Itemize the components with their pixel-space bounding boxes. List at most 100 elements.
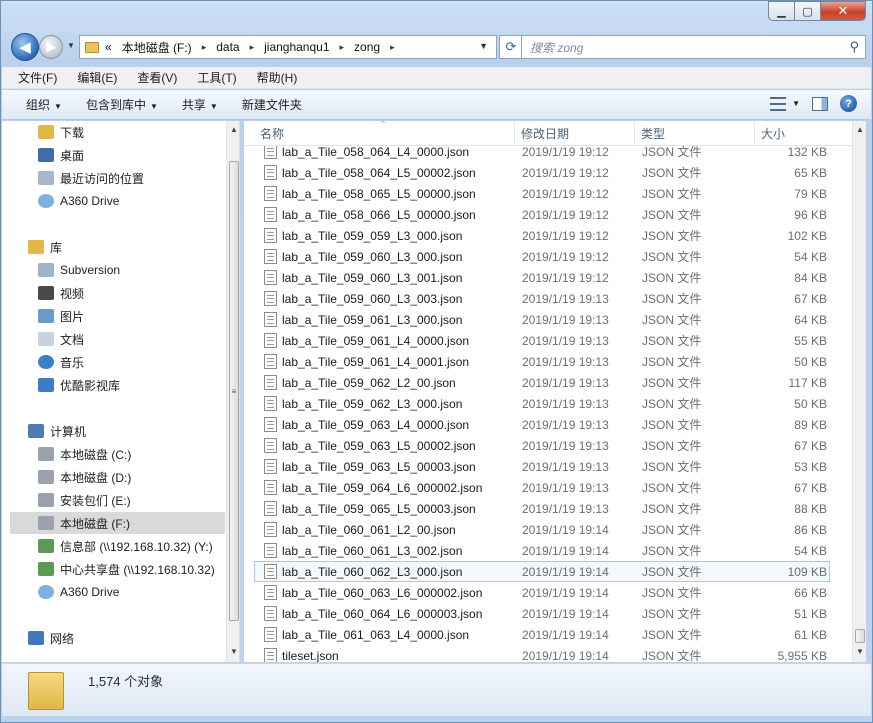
sidebar-item-music[interactable]: 音乐 <box>38 351 225 373</box>
forward-button[interactable]: ▶ <box>39 35 63 59</box>
share-button[interactable]: 共享 ▼ <box>182 96 218 113</box>
close-button[interactable]: ✕ <box>821 1 866 21</box>
sidebar-item-pictures[interactable]: 图片 <box>38 305 225 327</box>
new-folder-button[interactable]: 新建文件夹 <box>242 96 302 113</box>
file-row[interactable]: lab_a_Tile_060_064_L6_000003.json 2019/1/… <box>254 603 830 624</box>
file-row[interactable]: lab_a_Tile_059_060_L3_000.json 2019/1/19 … <box>254 246 830 267</box>
file-name: lab_a_Tile_060_064_L6_000003.json <box>282 606 483 621</box>
sidebar-item-youku[interactable]: 优酷影视库 <box>38 374 225 396</box>
file-row[interactable]: lab_a_Tile_059_062_L2_00.json 2019/1/19 1… <box>254 372 830 393</box>
scroll-up-icon[interactable]: ▲ <box>230 125 238 134</box>
sidebar-item-drive-e[interactable]: 安装包们 (E:) <box>38 489 225 511</box>
file-row[interactable]: lab_a_Tile_059_063_L5_00002.json 2019/1/1… <box>254 435 830 456</box>
menu-file[interactable]: 文件(F) <box>18 69 57 86</box>
nav-scrollbar[interactable]: ▲ ≡ ▼ <box>226 121 239 662</box>
address-overflow[interactable]: « <box>105 40 112 54</box>
breadcrumb-drive[interactable]: 本地磁盘 (F:) <box>122 39 192 56</box>
sidebar-item-documents[interactable]: 文档 <box>38 328 225 350</box>
file-row[interactable]: lab_a_Tile_060_061_L3_002.json 2019/1/19 … <box>254 540 830 561</box>
sidebar-item-network-drive-y[interactable]: 信息部 (\\192.168.10.32) (Y:) <box>38 535 225 557</box>
sidebar-item-computer[interactable]: 计算机 <box>28 420 225 442</box>
breadcrumb-data[interactable]: data <box>216 40 239 54</box>
sidebar-item-drive-c[interactable]: 本地磁盘 (C:) <box>38 443 225 465</box>
file-row[interactable]: lab_a_Tile_060_062_L3_000.json 2019/1/19 … <box>254 561 830 582</box>
breadcrumb-jianghanqu1[interactable]: jianghanqu1 <box>264 40 329 54</box>
file-list: ^ 名称 修改日期 类型 大小 lab_a_Tile_058_064_L4_00… <box>244 121 866 662</box>
file-date: 2019/1/19 19:13 <box>522 375 609 390</box>
organize-button[interactable]: 组织 ▼ <box>26 96 62 113</box>
file-row[interactable]: tileset.json 2019/1/19 19:14 JSON 文件 5,955 … <box>254 645 830 662</box>
include-in-library-button[interactable]: 包含到库中 ▼ <box>86 96 158 113</box>
breadcrumb-separator[interactable]: ▸ <box>340 42 345 53</box>
file-size: 132 KB <box>787 146 827 159</box>
sidebar-item-network[interactable]: 网络 <box>28 627 225 649</box>
network-drive-icon <box>38 539 54 553</box>
file-row[interactable]: lab_a_Tile_059_059_L3_000.json 2019/1/19 … <box>254 225 830 246</box>
column-header-type[interactable]: 类型 <box>634 121 754 146</box>
change-view-button[interactable]: ▼ <box>770 96 800 111</box>
file-row[interactable]: lab_a_Tile_059_063_L5_00003.json 2019/1/1… <box>254 456 830 477</box>
menu-edit[interactable]: 编辑(E) <box>77 69 117 86</box>
file-row[interactable]: lab_a_Tile_060_061_L2_00.json 2019/1/19 1… <box>254 519 830 540</box>
file-row[interactable]: lab_a_Tile_058_065_L5_00000.json 2019/1/1… <box>254 183 830 204</box>
column-header-date[interactable]: 修改日期 <box>514 121 634 146</box>
sidebar-item-network-share[interactable]: 中心共享盘 (\\192.168.10.32) <box>38 558 225 580</box>
scroll-down-icon[interactable]: ▼ <box>230 647 238 656</box>
maximize-button[interactable]: ▢ <box>795 1 821 21</box>
recent-pages-button[interactable]: ▼ <box>67 41 75 50</box>
address-bar[interactable]: « 本地磁盘 (F:) ▸ data ▸ jianghanqu1 ▸ zong … <box>79 35 497 59</box>
file-row[interactable]: lab_a_Tile_058_066_L5_00000.json 2019/1/1… <box>254 204 830 225</box>
file-row[interactable]: lab_a_Tile_058_064_L5_00002.json 2019/1/1… <box>254 162 830 183</box>
menu-tools[interactable]: 工具(T) <box>197 69 236 86</box>
search-input[interactable]: 搜索 zong <box>530 39 849 56</box>
scroll-down-icon[interactable]: ▼ <box>856 647 864 656</box>
address-dropdown-icon[interactable]: ▼ <box>479 41 488 51</box>
sidebar-item-downloads[interactable]: 下载 <box>38 121 225 143</box>
file-row[interactable]: lab_a_Tile_059_065_L5_00003.json 2019/1/1… <box>254 498 830 519</box>
sidebar-item-videos[interactable]: 视频 <box>38 282 225 304</box>
file-row[interactable]: lab_a_Tile_060_063_L6_000002.json 2019/1/… <box>254 582 830 603</box>
sidebar-item-drive-f[interactable]: 本地磁盘 (F:) <box>10 512 225 534</box>
file-row[interactable]: lab_a_Tile_059_061_L4_0000.json 2019/1/19… <box>254 330 830 351</box>
file-date: 2019/1/19 19:14 <box>522 627 609 642</box>
file-row[interactable]: lab_a_Tile_061_063_L4_0000.json 2019/1/19… <box>254 624 830 645</box>
file-size: 67 KB <box>794 291 827 306</box>
search-box[interactable]: 搜索 zong ⚲ <box>521 35 866 59</box>
breadcrumb-separator[interactable]: ▸ <box>390 42 395 53</box>
breadcrumb-separator[interactable]: ▸ <box>250 42 255 53</box>
sidebar-item-label: 本地磁盘 (C:) <box>60 447 132 462</box>
column-header-size[interactable]: 大小 <box>754 121 834 146</box>
scroll-up-icon[interactable]: ▲ <box>856 125 864 134</box>
file-date: 2019/1/19 19:13 <box>522 312 609 327</box>
sidebar-item-libraries[interactable]: 库 <box>28 236 225 258</box>
file-row[interactable]: lab_a_Tile_059_060_L3_003.json 2019/1/19 … <box>254 288 830 309</box>
search-icon[interactable]: ⚲ <box>849 39 859 55</box>
sidebar-item-drive-d[interactable]: 本地磁盘 (D:) <box>38 466 225 488</box>
sidebar-item-desktop[interactable]: 桌面 <box>38 144 225 166</box>
column-header-name[interactable]: 名称 <box>254 121 514 146</box>
file-row[interactable]: lab_a_Tile_058_064_L4_0000.json 2019/1/19… <box>254 146 830 162</box>
file-row[interactable]: lab_a_Tile_059_062_L3_000.json 2019/1/19 … <box>254 393 830 414</box>
file-row[interactable]: lab_a_Tile_059_061_L3_000.json 2019/1/19 … <box>254 309 830 330</box>
sidebar-item-subversion[interactable]: Subversion <box>38 259 225 281</box>
sidebar-item-recent[interactable]: 最近访问的位置 <box>38 167 225 189</box>
back-button[interactable]: ◀ <box>11 33 39 61</box>
help-icon[interactable]: ? <box>840 95 857 112</box>
json-file-icon <box>264 165 277 180</box>
file-scrollbar[interactable]: ▲ ▼ <box>852 121 866 662</box>
refresh-button[interactable]: ⟳ <box>499 35 523 59</box>
file-row[interactable]: lab_a_Tile_059_064_L6_000002.json 2019/1/… <box>254 477 830 498</box>
sidebar-item-a360[interactable]: A360 Drive <box>38 190 225 212</box>
minimize-button[interactable]: ▁ <box>768 1 795 21</box>
menu-help[interactable]: 帮助(H) <box>257 69 298 86</box>
sidebar-item-a360-2[interactable]: A360 Drive <box>38 581 225 603</box>
menu-view[interactable]: 查看(V) <box>137 69 177 86</box>
file-scroll-thumb[interactable] <box>855 629 865 643</box>
file-row[interactable]: lab_a_Tile_059_060_L3_001.json 2019/1/19 … <box>254 267 830 288</box>
breadcrumb-zong[interactable]: zong <box>354 40 380 54</box>
preview-pane-icon[interactable] <box>812 96 828 111</box>
file-row[interactable]: lab_a_Tile_059_061_L4_0001.json 2019/1/19… <box>254 351 830 372</box>
breadcrumb-separator[interactable]: ▸ <box>202 42 207 53</box>
file-row[interactable]: lab_a_Tile_059_063_L4_0000.json 2019/1/19… <box>254 414 830 435</box>
nav-scroll-thumb[interactable]: ≡ <box>229 161 239 621</box>
